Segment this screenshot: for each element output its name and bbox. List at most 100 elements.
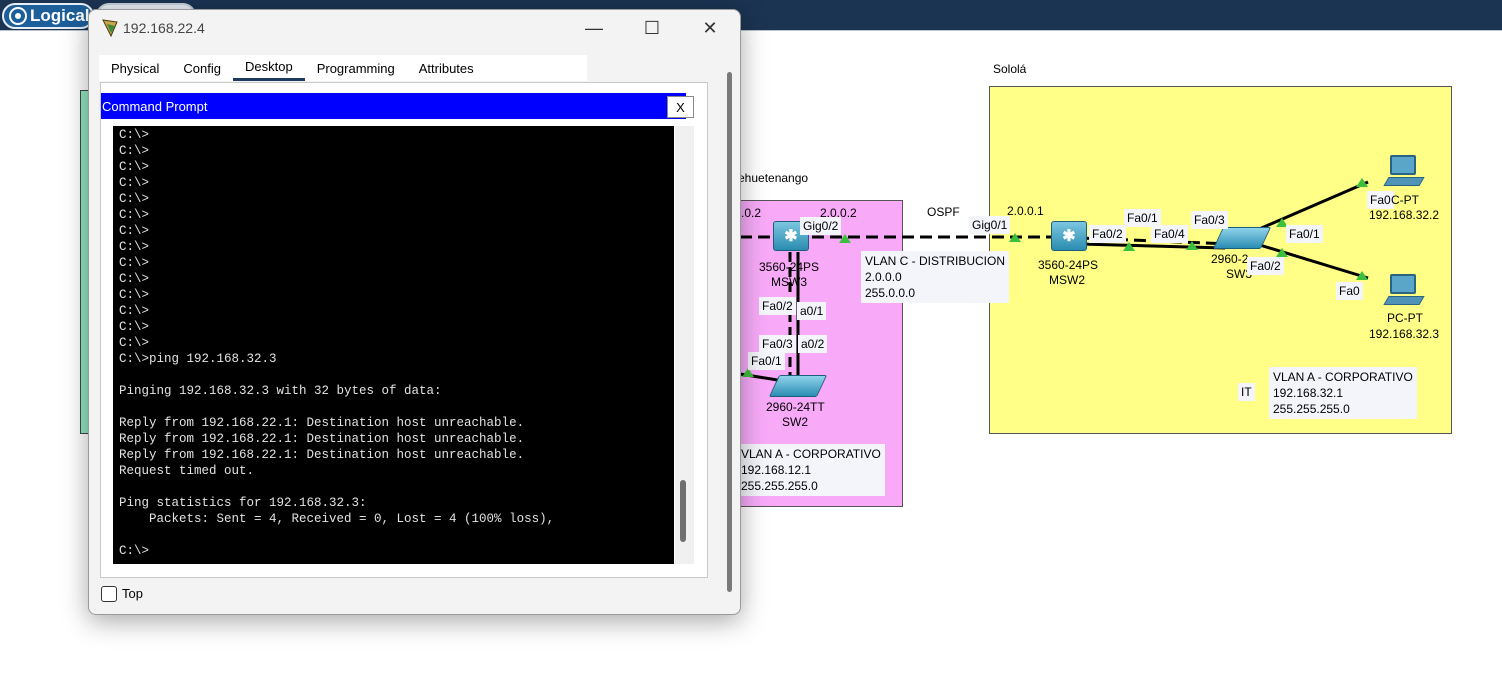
sw2-switch-icon[interactable] [768, 375, 828, 397]
top-checkbox-label: Top [122, 586, 143, 601]
device-model-label: 2960-24TT [766, 400, 825, 414]
terminal-line: C:\> [119, 160, 150, 174]
terminal-scrollbar-thumb[interactable] [680, 480, 686, 542]
port-label: Fa0/2 [1247, 257, 1284, 275]
pc2-computer-icon[interactable] [1383, 274, 1425, 308]
port-indicator [839, 234, 851, 243]
note-line: VLAN C - DISTRIBUCION [865, 254, 1006, 268]
tab-config[interactable]: Config [171, 55, 233, 81]
terminal-line: C:\> [119, 208, 150, 222]
port-label: Fa0 [1336, 282, 1363, 300]
terminal-line: C:\> [119, 192, 150, 206]
window-titlebar[interactable]: 192.168.22.4 — ☐ ✕ [89, 10, 740, 46]
port-indicator [1356, 271, 1368, 280]
device-ip-label: 192.168.32.3 [1369, 327, 1440, 341]
area-note-label: IT [1238, 383, 1255, 401]
device-model-label: 2960-2 [1211, 252, 1249, 266]
ip-label: .0.2 [741, 206, 762, 220]
port-indicator [1186, 241, 1198, 250]
link-msw2-sw3-b [1079, 242, 1226, 250]
port-label: a0/1 [797, 302, 827, 320]
tab-attributes[interactable]: Attributes [407, 55, 486, 81]
note-line: VLAN A - CORPORATIVO [741, 447, 881, 461]
terminal-line: Packets: Sent = 4, Received = 0, Lost = … [119, 512, 555, 526]
pc1-computer-icon[interactable] [1383, 155, 1425, 189]
terminal-line: Reply from 192.168.22.1: Destination hos… [119, 432, 525, 446]
device-model-label: PC-PT [1387, 311, 1423, 325]
note-line: 255.0.0.0 [865, 286, 916, 300]
note-line: 2.0.0.0 [865, 270, 902, 284]
terminal-line: C:\> [119, 304, 150, 318]
packet-tracer-app-icon [102, 19, 118, 38]
port-indicator [1123, 242, 1135, 251]
terminal-line: C:\> [119, 288, 150, 302]
vlan-c-note: VLAN C - DISTRIBUCION 2.0.0.0 255.0.0.0 [861, 251, 1010, 303]
terminal-line: Pinging 192.168.32.3 with 32 bytes of da… [119, 384, 442, 398]
note-line: 192.168.32.1 [1273, 386, 1344, 400]
device-model-label: 3560-24PS [759, 260, 820, 274]
port-label: Fa0/1 [1286, 225, 1323, 243]
terminal-output[interactable]: C:\> C:\> C:\> C:\> C:\> C:\> C:\> C:\> C:\> C:\>… [113, 126, 674, 564]
port-label: Gig0/1 [969, 216, 1011, 234]
port-label: a0/2 [798, 335, 828, 353]
port-label: Fa0/1 [748, 352, 785, 370]
device-window: 192.168.22.4 — ☐ ✕ Physical Config Deskt… [88, 9, 741, 615]
device-tabs: Physical Config Desktop Programming Attr… [99, 55, 587, 81]
port-indicator [1009, 233, 1021, 242]
terminal-line: C:\> [119, 320, 150, 334]
ospf-label: OSPF [927, 205, 960, 219]
command-prompt-close-button[interactable]: X [667, 96, 694, 118]
port-label: Fa0/2 [759, 297, 796, 315]
maximize-button[interactable]: ☐ [629, 14, 675, 42]
port-label: Gig0/2 [800, 217, 842, 235]
port-label: Fa0/3 [759, 335, 796, 353]
window-scrollbar[interactable] [727, 72, 732, 592]
note-line: VLAN A - CORPORATIVO [1273, 370, 1413, 384]
terminal-line: C:\> [119, 544, 150, 558]
device-model-label: C-PT [1391, 193, 1419, 207]
minimize-button[interactable]: — [571, 14, 617, 42]
terminal-line: C:\> [119, 336, 150, 350]
device-name-label: MSW2 [1049, 273, 1085, 287]
device-name-label: SW2 [782, 415, 809, 429]
window-title: 192.168.22.4 [123, 20, 205, 36]
note-line: 192.168.12.1 [741, 463, 812, 477]
terminal-line: C:\> [119, 256, 150, 270]
device-ip-label: 192.168.32.2 [1369, 208, 1440, 222]
port-label: Fa0/2 [1089, 225, 1126, 243]
device-model-label: 3560-24PS [1038, 258, 1099, 272]
terminal-line: Request timed out. [119, 464, 255, 478]
port-indicator [1356, 178, 1368, 187]
sw3-switch-icon[interactable] [1212, 227, 1272, 249]
command-prompt-titlebar: Command Prompt [101, 93, 686, 119]
terminal-line: Reply from 192.168.22.1: Destination hos… [119, 448, 525, 462]
port-label: Fa0 [1367, 191, 1394, 209]
terminal-line: C:\> [119, 240, 150, 254]
terminal-line: C:\> [119, 224, 150, 238]
terminal-line: C:\>ping 192.168.32.3 [119, 352, 277, 366]
terminal-line: C:\> [119, 128, 150, 142]
terminal-line: C:\> [119, 144, 150, 158]
msw2-switch-icon[interactable]: ✱ [1051, 221, 1087, 251]
tab-desktop[interactable]: Desktop [233, 55, 305, 81]
device-name-label: MSW3 [771, 275, 807, 289]
terminal-line: C:\> [119, 176, 150, 190]
note-line: 255.255.255.0 [741, 479, 818, 493]
tab-programming[interactable]: Programming [305, 55, 407, 81]
top-checkbox[interactable] [101, 586, 117, 602]
terminal-line: Ping statistics for 192.168.32.3: [119, 496, 367, 510]
terminal-lines: C:\> C:\> C:\> C:\> C:\> C:\> C:\> C:\> C:\> C:\>… [119, 127, 554, 559]
vlan-a-pink-note: VLAN A - CORPORATIVO 192.168.12.1 255.25… [737, 444, 885, 496]
terminal-line: Reply from 192.168.22.1: Destination hos… [119, 416, 525, 430]
ip-label: 2.0.0.1 [1007, 204, 1044, 218]
command-prompt-title: Command Prompt [102, 98, 208, 114]
port-indicator [1276, 248, 1288, 257]
port-label: Fa0/3 [1191, 211, 1228, 229]
tab-physical[interactable]: Physical [99, 55, 171, 81]
vlan-a-yellow-note: VLAN A - CORPORATIVO 192.168.32.1 255.25… [1269, 367, 1417, 419]
close-button[interactable]: ✕ [687, 14, 733, 42]
